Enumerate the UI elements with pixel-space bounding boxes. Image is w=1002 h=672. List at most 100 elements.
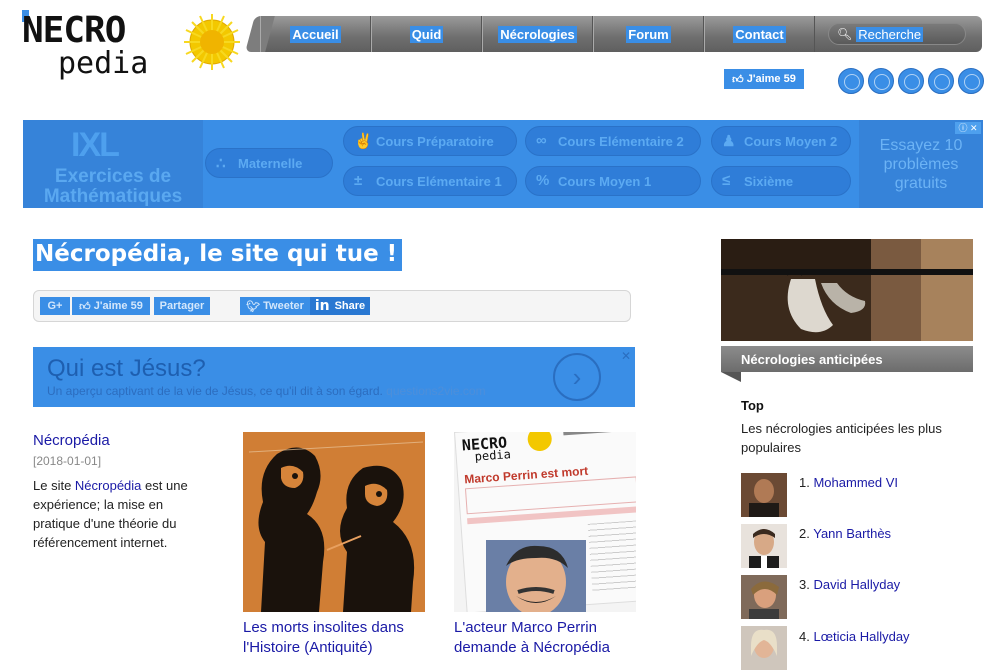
thumbs-up-icon: 👍︎ [79, 300, 94, 313]
share-like-label: J'aime 59 [93, 300, 143, 312]
flag-pt-icon[interactable] [898, 68, 924, 94]
ad-pill-maternelle[interactable]: ∴ Maternelle [205, 148, 333, 178]
ixl-title-line2: Mathématiques [43, 186, 183, 207]
nav-accueil-label: Accueil [290, 25, 341, 43]
nav-accueil[interactable]: Accueil [260, 16, 371, 52]
ixl-title-line1: Exercices de [54, 166, 172, 187]
logo-pedia-text: pedia [58, 46, 149, 81]
rank: 3. [799, 577, 810, 592]
chevron-right-icon[interactable]: › [553, 353, 601, 401]
ad-pill-ce2[interactable]: ∞ Cours Elémentaire 2 [525, 126, 701, 156]
flag-fr-icon[interactable] [838, 68, 864, 94]
flag-uk-icon[interactable] [868, 68, 894, 94]
card-image-antiquity[interactable] [243, 432, 425, 612]
ad-pill-sixieme[interactable]: ≤ Sixième [711, 166, 851, 196]
teaser-date: [2018-01-01] [33, 454, 102, 468]
teaser-title-link[interactable]: Nécropédia [33, 432, 110, 449]
nav-necrologies-label: Nécrologies [498, 25, 577, 43]
top-label: Top [741, 398, 764, 413]
ad-choices-icon[interactable]: ⓘ ✕ [955, 122, 981, 134]
share-bar: G+ 👍︎ J'aime 59 Partager 🐦︎ Tweeter in Sh… [33, 290, 631, 322]
infinity-icon: ∞ [536, 132, 547, 149]
tweet-button[interactable]: 🐦︎ Tweeter [240, 297, 310, 315]
nav-forum[interactable]: Forum [593, 16, 704, 52]
hanging-shoes-image [721, 239, 973, 341]
jesus-ad[interactable]: Qui est Jésus? Un aperçu captivant de la… [33, 347, 635, 407]
nav-contact-label: Contact [733, 25, 786, 43]
person-link[interactable]: Mohammed VI [813, 475, 898, 490]
avatar-david-hallyday[interactable] [741, 575, 787, 619]
hand-icon: ✌ [354, 133, 373, 150]
sidebar-tab-fold [721, 372, 741, 382]
search-icon: 🔍︎ [837, 27, 853, 41]
person-link[interactable]: David Hallyday [813, 577, 900, 592]
greek-vase-image [243, 432, 425, 612]
person-link[interactable]: Yann Barthès [813, 526, 891, 541]
teaser-inline-link[interactable]: Nécropédia [75, 478, 142, 493]
person-icon: ♟ [722, 133, 736, 150]
facebook-like-share-button[interactable]: 👍︎ J'aime 59 [72, 297, 150, 315]
linkedin-share-button[interactable]: in Share [310, 297, 370, 315]
main-nav: Accueil Quid Nécrologies Forum Contact 🔍… [245, 16, 982, 52]
nav-necrologies[interactable]: Nécrologies [482, 16, 593, 52]
rank: 1. [799, 475, 810, 490]
avatar-mohammed-vi[interactable] [741, 473, 787, 517]
jesus-ad-heading: Qui est Jésus? [47, 355, 206, 382]
logo-necro-text: NECRO [22, 10, 126, 51]
list-item: 2. Yann Barthès [799, 526, 891, 541]
avatar-yann-barthes[interactable] [741, 524, 787, 568]
facebook-like-button[interactable]: 👍︎ J'aime 59 [724, 69, 804, 89]
avatar-laeticia-hallyday[interactable] [741, 626, 787, 670]
ad-pill-label: Sixième [744, 173, 794, 189]
ad-pill-label: Cours Préparatoire [376, 133, 494, 149]
jesus-ad-sub-text: Un aperçu captivant de la vie de Jésus, … [47, 384, 383, 398]
linkedin-label: Share [334, 300, 366, 312]
page-title: Nécropédia, le site qui tue ! [33, 239, 403, 271]
nav-forum-label: Forum [626, 25, 671, 43]
ad-pill-cm2[interactable]: ♟ Cours Moyen 2 [711, 126, 851, 156]
card2-flower-icon [526, 432, 553, 452]
person-photo [741, 473, 787, 517]
top-description: Les nécrologies anticipées les plus popu… [741, 421, 942, 455]
partager-button[interactable]: Partager [154, 297, 210, 315]
percent-icon: % [536, 172, 550, 189]
gplus-label: G+ [47, 300, 63, 312]
flag-kr-icon[interactable] [958, 68, 984, 94]
sidebar-photo-hanging-shoes[interactable] [721, 239, 973, 341]
nav-quid-label: Quid [409, 25, 444, 43]
card-image-marco-perrin[interactable]: NECRO pedia Marco Perrin est mort [454, 432, 636, 612]
google-plus-button[interactable]: G+ [40, 297, 70, 315]
sidebar-tab-necrologies-anticipees[interactable]: Nécrologies anticipées [721, 346, 973, 372]
list-item: 1. Mohammed VI [799, 475, 898, 490]
card-caption-marco-perrin[interactable]: L'acteur Marco Perrin demande à Nécropéd… [454, 618, 639, 658]
partager-label: Partager [159, 300, 205, 312]
jesus-ad-sub: Un aperçu captivant de la vie de Jésus, … [47, 384, 486, 398]
person-photo [741, 575, 787, 619]
card-caption-antiquity[interactable]: Les morts insolites dans l'Histoire (Ant… [243, 618, 428, 658]
nav-quid[interactable]: Quid [371, 16, 482, 52]
twitter-bird-icon: 🐦︎ [246, 300, 264, 313]
search-input[interactable]: 🔍︎ Recherche [828, 23, 966, 45]
flag-de-icon[interactable] [928, 68, 954, 94]
site-logo[interactable]: NECRO pedia [22, 10, 172, 81]
close-icon[interactable]: ✕ [621, 349, 631, 363]
linkedin-icon: in [314, 298, 330, 314]
teaser-text-a: Le site [33, 478, 75, 493]
ad-pill-ce1[interactable]: ± Cours Elémentaire 1 [343, 166, 517, 196]
tweet-label: Tweeter [263, 300, 304, 312]
ad-pill-label: Maternelle [238, 155, 303, 171]
jesus-ad-domain: questions2vie.com [386, 384, 486, 398]
marco-perrin-portrait [486, 540, 586, 612]
card2-nav-strip [562, 432, 636, 436]
ad-pill-cm1[interactable]: % Cours Moyen 1 [525, 166, 701, 196]
ad-pill-label: Cours Elémentaire 1 [376, 173, 502, 189]
person-photo [741, 626, 787, 670]
person-link[interactable]: Lœticia Hallyday [813, 629, 909, 644]
plusminus-icon: ± [354, 172, 363, 189]
ixl-ad-banner[interactable]: IXL Exercices de Mathématiques ∴ Maternel… [23, 120, 983, 208]
ad-pill-cp[interactable]: ✌ Cours Préparatoire [343, 126, 517, 156]
ixl-logo: IXL [71, 126, 120, 164]
person-photo [741, 524, 787, 568]
nav-contact[interactable]: Contact [704, 16, 815, 52]
ad-pill-label: Cours Moyen 2 [744, 133, 838, 149]
